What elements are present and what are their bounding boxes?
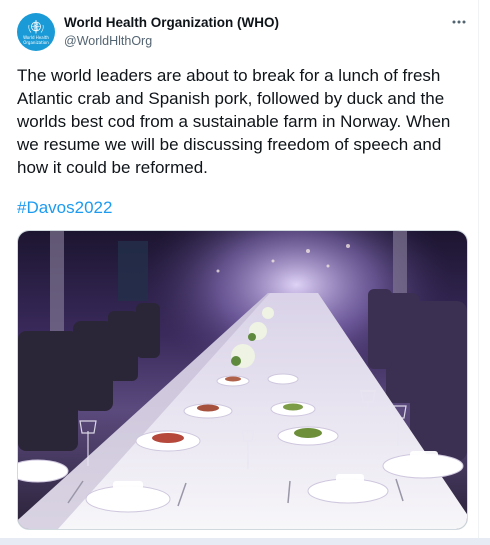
- divider: [0, 538, 490, 545]
- banquet-table-image: [18, 231, 467, 529]
- who-emblem-icon: [28, 20, 44, 34]
- tweet-text: The world leaders are about to break for…: [17, 66, 451, 177]
- tweet-card: World Health Organization World Health O…: [0, 0, 479, 540]
- tweet-photo[interactable]: [17, 230, 468, 530]
- account-handle[interactable]: @WorldHlthOrg: [64, 34, 152, 48]
- more-options-button[interactable]: [448, 12, 470, 32]
- avatar-label: World Health Organization: [23, 35, 49, 45]
- account-name[interactable]: World Health Organization (WHO): [64, 15, 279, 30]
- hashtag-link[interactable]: #Davos2022: [17, 198, 112, 218]
- more-dots-icon: [452, 20, 466, 24]
- avatar[interactable]: World Health Organization: [17, 13, 55, 51]
